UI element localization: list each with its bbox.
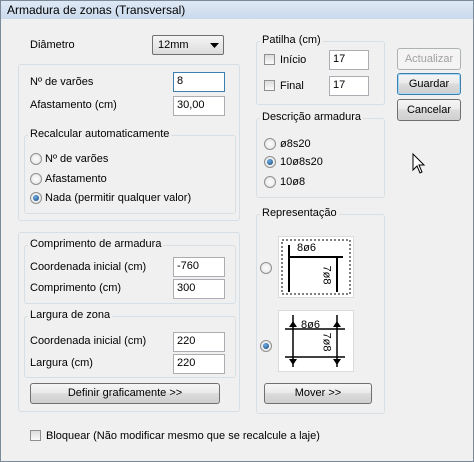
comprimento-input[interactable]: 300 — [173, 279, 225, 299]
patilha-final-label: Final — [280, 80, 304, 92]
representacao-radio-2[interactable] — [260, 340, 272, 352]
definir-graficamente-label: Definir graficamente >> — [67, 387, 183, 399]
descricao-option-2: 10ø8s20 — [280, 156, 323, 168]
descricao-radio-2[interactable] — [264, 156, 276, 168]
descricao-radio-1[interactable] — [264, 138, 276, 150]
mover-label: Mover >> — [294, 387, 342, 399]
preview1-label-a: 8ø6 — [297, 242, 316, 254]
title-bar[interactable]: Armadura de zonas (Transversal) — [1, 1, 473, 19]
patilha-final-input[interactable]: 17 — [329, 76, 369, 96]
actualizar-label: Actualizar — [404, 53, 454, 65]
preview1-label-b: 7ø8 — [320, 265, 333, 285]
patilha-inicio-checkbox[interactable] — [264, 54, 275, 65]
recalcular-option-afastamento: Afastamento — [45, 173, 107, 185]
largura-coord-label: Coordenada inicial (cm) — [30, 335, 147, 347]
cancelar-button[interactable]: Cancelar — [397, 99, 461, 121]
largura-legend: Largura de zona — [28, 309, 113, 322]
comprimento-legend: Comprimento de armadura — [28, 238, 164, 251]
largura-label: Largura (cm) — [30, 357, 93, 369]
n-varoes-label: Nº de varões — [30, 76, 94, 88]
preview2-label-a: 8ø6 — [301, 319, 320, 331]
comprimento-coord-label: Coordenada inicial (cm) — [30, 261, 147, 273]
descricao-radio-3[interactable] — [264, 176, 276, 188]
descricao-option-1: ø8s20 — [280, 138, 311, 150]
guardar-button[interactable]: Guardar — [397, 73, 461, 95]
diametro-label: Diâmetro — [30, 39, 75, 51]
patilha-inicio-input[interactable]: 17 — [329, 50, 369, 70]
mover-button[interactable]: Mover >> — [264, 383, 372, 404]
radio-selected-dot — [267, 159, 273, 165]
bloquear-checkbox[interactable] — [30, 430, 41, 441]
representacao-legend: Representação — [260, 207, 339, 220]
diametro-value: 12mm — [158, 39, 189, 51]
window-title: Armadura de zonas (Transversal) — [7, 3, 186, 17]
actualizar-button[interactable]: Actualizar — [397, 48, 461, 70]
patilha-legend: Patilha (cm) — [260, 34, 323, 47]
recalcular-radio-afastamento[interactable] — [30, 173, 42, 185]
descricao-legend: Descrição armadura — [260, 111, 364, 124]
patilha-final-checkbox[interactable] — [264, 80, 275, 91]
representacao-radio-1[interactable] — [260, 262, 272, 274]
reinforcement-diagram-1-icon — [281, 239, 351, 295]
comprimento-label: Comprimento (cm) — [30, 282, 122, 294]
representacao-preview-1[interactable]: 8ø6 7ø8 — [278, 236, 354, 298]
n-varoes-input[interactable]: 8 — [173, 72, 225, 92]
descricao-option-3: 10ø8 — [280, 176, 306, 188]
patilha-inicio-label: Início — [280, 54, 307, 66]
representacao-preview-2[interactable]: 8ø6 7ø8 — [278, 310, 354, 372]
chevron-down-icon — [210, 43, 219, 48]
guardar-label: Guardar — [408, 78, 450, 90]
cancelar-label: Cancelar — [406, 104, 452, 116]
bloquear-label: Bloquear (Não modificar mesmo que se rec… — [46, 430, 320, 442]
largura-input[interactable]: 220 — [173, 354, 225, 374]
recalcular-option-nada: Nada (permitir qualquer valor) — [45, 192, 192, 204]
recalcular-radio-varoes[interactable] — [30, 153, 42, 165]
largura-coord-input[interactable]: 220 — [173, 332, 225, 352]
mouse-cursor-icon — [412, 153, 426, 174]
radio-selected-dot — [263, 343, 269, 349]
recalcular-radio-nada[interactable] — [30, 192, 42, 204]
recalcular-legend: Recalcular automaticamente — [28, 128, 172, 141]
afastamento-label: Afastamento (cm) — [30, 99, 117, 111]
preview2-label-b: 7ø8 — [320, 332, 333, 352]
afastamento-input[interactable]: 30,00 — [173, 96, 225, 116]
recalcular-option-varoes: Nº de varões — [45, 153, 109, 165]
comprimento-coord-input[interactable]: -760 — [173, 257, 225, 277]
definir-graficamente-button[interactable]: Definir graficamente >> — [30, 383, 220, 404]
radio-selected-dot — [33, 195, 39, 201]
diametro-select[interactable]: 12mm — [152, 35, 224, 55]
